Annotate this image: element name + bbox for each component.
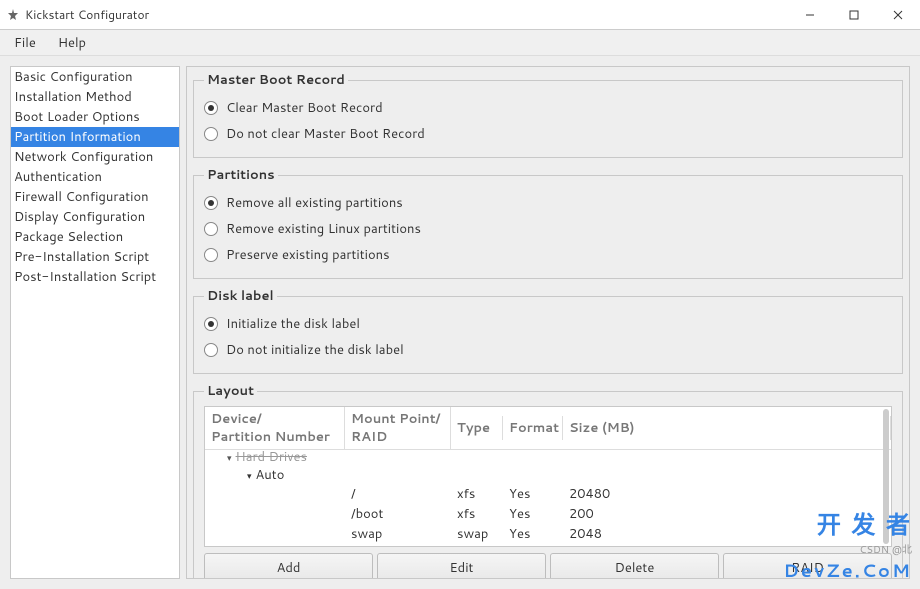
mbr-group: Master Boot Record Clear Master Boot Rec… <box>193 71 903 158</box>
radio-label: Do not initialize the disk label <box>226 341 404 359</box>
col-type[interactable]: Type <box>451 416 503 440</box>
tree-label: Auto <box>256 466 285 484</box>
sidebar-item-preinstall[interactable]: Pre-Installation Script <box>11 247 179 267</box>
partitions-legend: Partitions <box>204 166 278 184</box>
tree-label: Hard Drives <box>236 448 307 466</box>
cell-size: 200 <box>563 504 891 524</box>
sidebar-item-basic[interactable]: Basic Configuration <box>11 67 179 87</box>
table-body: ▾ Hard Drives ▾ Auto / xfs Yes 20480 <box>205 450 891 546</box>
chevron-down-icon: ▾ <box>247 469 252 482</box>
sidebar-item-postinstall[interactable]: Post-Installation Script <box>11 267 179 287</box>
radio-remove-linux[interactable]: Remove existing Linux partitions <box>204 216 892 242</box>
menu-file[interactable]: File <box>4 31 46 55</box>
sidebar: Basic Configuration Installation Method … <box>10 66 180 579</box>
radio-clear-mbr[interactable]: Clear Master Boot Record <box>204 95 892 121</box>
radio-icon <box>204 222 218 236</box>
radio-icon <box>204 248 218 262</box>
partition-table: Device/ Partition Number Mount Point/ RA… <box>204 406 892 547</box>
maximize-button[interactable] <box>832 0 876 29</box>
cell-type: swap <box>451 524 503 544</box>
sidebar-item-network[interactable]: Network Configuration <box>11 147 179 167</box>
cell-format: Yes <box>503 524 563 544</box>
radio-icon <box>204 343 218 357</box>
sidebar-item-firewall[interactable]: Firewall Configuration <box>11 187 179 207</box>
disklabel-legend: Disk label <box>204 287 277 305</box>
window-title: Kickstart Configurator <box>25 6 788 23</box>
minimize-button[interactable] <box>788 0 832 29</box>
col-format[interactable]: Format <box>503 416 563 440</box>
chevron-down-icon: ▾ <box>227 451 232 464</box>
tree-auto[interactable]: ▾ Auto <box>205 466 891 484</box>
cell-mount: / <box>345 484 451 504</box>
radio-label: Clear Master Boot Record <box>226 99 383 117</box>
sidebar-item-partition[interactable]: Partition Information <box>11 127 179 147</box>
table-row[interactable]: swap swap Yes 2048 <box>205 524 891 544</box>
radio-label: Remove all existing partitions <box>226 194 403 212</box>
table-header: Device/ Partition Number Mount Point/ RA… <box>205 407 891 450</box>
radio-icon <box>204 196 218 210</box>
radio-label: Remove existing Linux partitions <box>226 220 421 238</box>
main-panel: Master Boot Record Clear Master Boot Rec… <box>186 66 910 579</box>
edit-button[interactable]: Edit <box>377 553 546 579</box>
sidebar-item-boot-loader[interactable]: Boot Loader Options <box>11 107 179 127</box>
radio-icon <box>204 317 218 331</box>
radio-preserve[interactable]: Preserve existing partitions <box>204 242 892 268</box>
titlebar: Kickstart Configurator <box>0 0 920 30</box>
cell-size: 20480 <box>563 484 891 504</box>
radio-noclear-mbr[interactable]: Do not clear Master Boot Record <box>204 121 892 147</box>
radio-label: Preserve existing partitions <box>226 246 390 264</box>
cell-format: Yes <box>503 484 563 504</box>
layout-legend: Layout <box>204 382 257 400</box>
sidebar-item-auth[interactable]: Authentication <box>11 167 179 187</box>
cell-type: xfs <box>451 484 503 504</box>
scrollbar[interactable] <box>883 409 889 544</box>
app-icon <box>6 8 20 22</box>
sidebar-item-display[interactable]: Display Configuration <box>11 207 179 227</box>
table-row[interactable]: /boot xfs Yes 200 <box>205 504 891 524</box>
mbr-legend: Master Boot Record <box>204 71 348 89</box>
radio-noinit-label[interactable]: Do not initialize the disk label <box>204 337 892 363</box>
col-size[interactable]: Size (MB) <box>563 416 891 440</box>
radio-icon <box>204 127 218 141</box>
radio-label: Do not clear Master Boot Record <box>226 125 425 143</box>
table-row[interactable]: / xfs Yes 20480 <box>205 484 891 504</box>
delete-button[interactable]: Delete <box>550 553 719 579</box>
menu-help[interactable]: Help <box>48 31 96 55</box>
tree-hard-drives[interactable]: ▾ Hard Drives <box>205 448 891 466</box>
add-button[interactable]: Add <box>204 553 373 579</box>
layout-buttons: Add Edit Delete RAID <box>204 553 892 579</box>
disklabel-group: Disk label Initialize the disk label Do … <box>193 287 903 374</box>
content: Basic Configuration Installation Method … <box>0 56 920 589</box>
radio-remove-all[interactable]: Remove all existing partitions <box>204 190 892 216</box>
close-button[interactable] <box>876 0 920 29</box>
radio-icon <box>204 101 218 115</box>
raid-button[interactable]: RAID <box>723 553 892 579</box>
cell-mount: swap <box>345 524 451 544</box>
col-mount[interactable]: Mount Point/ RAID <box>345 407 451 449</box>
radio-label: Initialize the disk label <box>226 315 360 333</box>
sidebar-item-packages[interactable]: Package Selection <box>11 227 179 247</box>
sidebar-item-install-method[interactable]: Installation Method <box>11 87 179 107</box>
cell-size: 2048 <box>563 524 891 544</box>
cell-type: xfs <box>451 504 503 524</box>
cell-format: Yes <box>503 504 563 524</box>
window-controls <box>788 0 920 29</box>
layout-group: Layout Device/ Partition Number Mount Po… <box>193 382 903 579</box>
menubar: File Help <box>0 30 920 56</box>
col-device[interactable]: Device/ Partition Number <box>205 407 345 449</box>
partitions-group: Partitions Remove all existing partition… <box>193 166 903 279</box>
radio-init-label[interactable]: Initialize the disk label <box>204 311 892 337</box>
cell-mount: /boot <box>345 504 451 524</box>
